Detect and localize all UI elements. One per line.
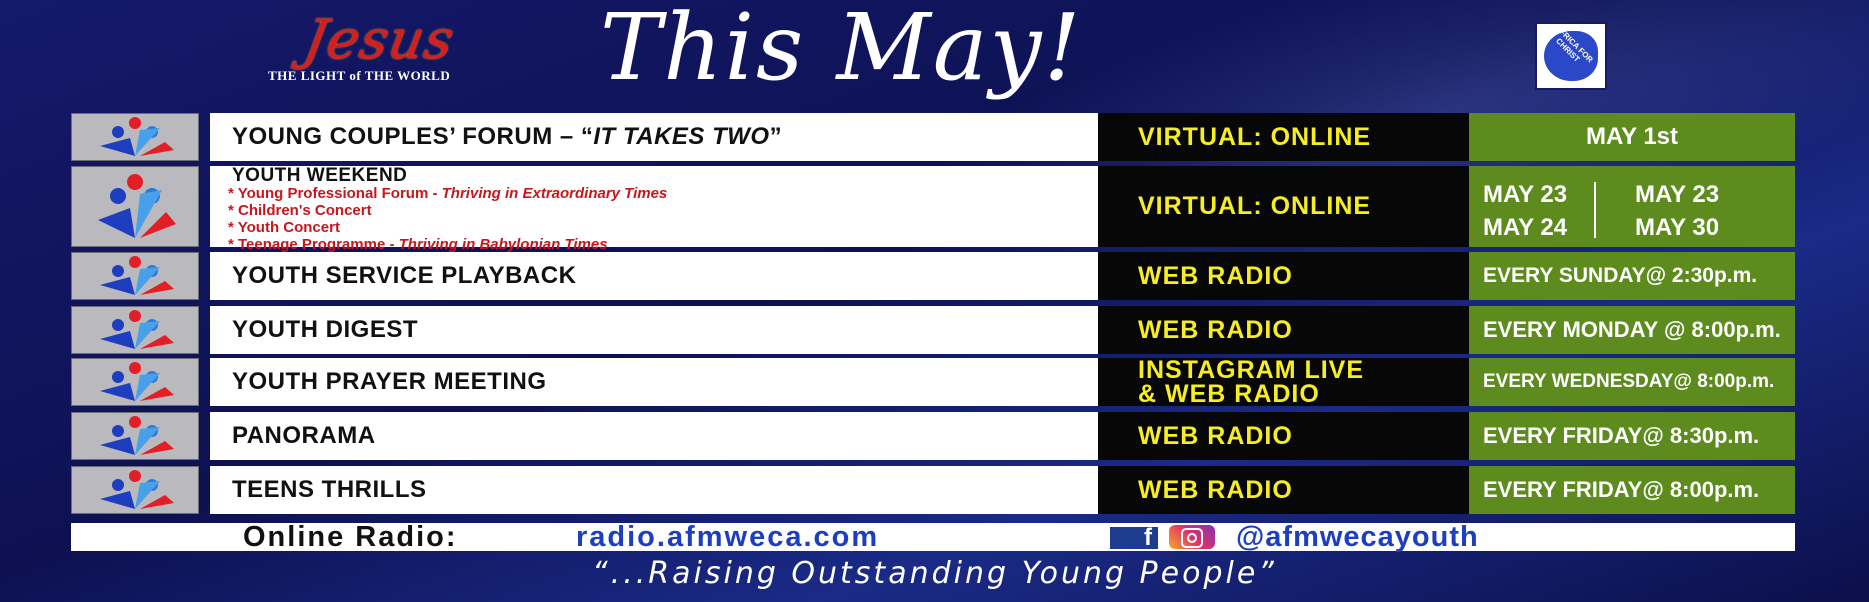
event-title-cell: YOUTH SERVICE PLAYBACK — [210, 252, 1098, 300]
facebook-icon[interactable]: f — [1110, 525, 1158, 551]
youth-figures-logo-icon — [100, 117, 174, 156]
event-date: EVERY FRIDAY@ 8:00p.m. — [1483, 477, 1760, 502]
event-date: EVERY MONDAY @ 8:00p.m. — [1483, 317, 1781, 342]
event-platform-cell: VIRTUAL: ONLINE — [1098, 166, 1469, 247]
row-icon-box — [71, 306, 199, 354]
event-title-cell: YOUNG COUPLES’ FORUM – “IT TAKES TWO” — [210, 113, 1098, 161]
sub-event-item: * Teenage Programme - Thriving in Babylo… — [228, 236, 608, 253]
event-title-cell: PANORAMA — [210, 412, 1098, 460]
event-title: YOUTH WEEKEND — [232, 165, 408, 186]
logo-word: Jesus — [299, 8, 460, 71]
event-dates: MAY 23 MAY 24 MAY 23 MAY 30 — [1469, 166, 1795, 247]
date-divider — [1594, 182, 1596, 238]
event-platform-cell: WEB RADIO — [1098, 252, 1469, 300]
event-title-cell: YOUTH WEEKEND * Young Professional Forum… — [210, 165, 1098, 253]
event-platform-line: & WEB RADIO — [1138, 380, 1320, 408]
event-title-cell: TEENS THRILLS — [210, 466, 1098, 514]
schedule-row: TEENS THRILLS WEB RADIO EVERY FRIDAY@ 8:… — [71, 466, 1795, 514]
schedule-row: YOUTH PRAYER MEETING INSTAGRAM LIVE & WE… — [71, 356, 1795, 408]
schedule-row: YOUTH SERVICE PLAYBACK WEB RADIO EVERY S… — [71, 252, 1795, 300]
event-date: EVERY WEDNESDAY@ 8:00p.m. — [1483, 371, 1775, 392]
event-date-cell: EVERY SUNDAY@ 2:30p.m. — [1469, 252, 1795, 300]
event-platform-cell: WEB RADIO — [1098, 412, 1469, 460]
logo-tagline: THE LIGHT of THE WORLD — [268, 68, 451, 83]
row-icon-box — [71, 412, 199, 460]
event-date-cell: EVERY FRIDAY@ 8:00p.m. — [1469, 466, 1795, 514]
schedule-row: YOUNG COUPLES’ FORUM – “IT TAKES TWO” VI… — [71, 113, 1795, 161]
schedule-row: PANORAMA WEB RADIO EVERY FRIDAY@ 8:30p.m… — [71, 412, 1795, 460]
youth-figures-logo-icon — [100, 256, 174, 295]
event-title: TEENS THRILLS — [232, 476, 427, 503]
event-platform: VIRTUAL: ONLINE — [1138, 192, 1372, 220]
event-title-cell: YOUTH DIGEST — [210, 306, 1098, 354]
event-title: YOUTH DIGEST — [232, 316, 419, 343]
schedule-row: YOUTH WEEKEND * Young Professional Forum… — [71, 165, 1795, 253]
sub-event-item: * Children's Concert — [228, 202, 372, 219]
footer-tagline: “...Raising Outstanding Young People” — [592, 556, 1277, 591]
sub-event-item: * Youth Concert — [228, 219, 340, 236]
event-date-cell: MAY 1st — [1469, 113, 1795, 161]
event-date: MAY 1st — [1585, 123, 1679, 150]
youth-figures-logo-icon — [100, 470, 174, 509]
social-handle-link[interactable]: @afmwecayouth — [1236, 521, 1479, 554]
event-title: YOUNG COUPLES’ FORUM – “IT TAKES TWO” — [232, 123, 783, 150]
event-platform-cell: WEB RADIO — [1098, 466, 1469, 514]
dates-left: MAY 23 MAY 24 — [1483, 181, 1568, 241]
event-platform-line: INSTAGRAM LIVE — [1138, 356, 1365, 384]
radio-url-link[interactable]: radio.afmweca.com — [576, 521, 879, 554]
radio-label: Online Radio: — [243, 521, 458, 553]
row-icon-box — [71, 252, 199, 300]
youth-figures-logo-icon — [98, 173, 176, 238]
event-date-cell: MAY 23 MAY 24 MAY 23 MAY 30 — [1469, 166, 1795, 247]
event-platform: WEB RADIO — [1138, 421, 1293, 450]
event-title: PANORAMA — [232, 422, 376, 449]
page-title: This May! — [600, 0, 1083, 101]
event-platform: WEB RADIO — [1138, 475, 1293, 504]
event-platform: WEB RADIO — [1138, 261, 1293, 290]
schedule-row: YOUTH DIGEST WEB RADIO EVERY MONDAY @ 8:… — [71, 306, 1795, 354]
info-bar: Online Radio: radio.afmweca.com f @afmwe… — [71, 521, 1795, 554]
row-icon-box — [71, 113, 199, 161]
event-date-cell: EVERY WEDNESDAY@ 8:00p.m. — [1469, 358, 1795, 406]
event-date: EVERY SUNDAY@ 2:30p.m. — [1483, 264, 1758, 287]
instagram-icon[interactable] — [1169, 525, 1215, 549]
event-title: YOUTH SERVICE PLAYBACK — [232, 262, 577, 289]
event-date-cell: EVERY MONDAY @ 8:00p.m. — [1469, 306, 1795, 354]
event-title-cell: YOUTH PRAYER MEETING — [210, 358, 1098, 406]
dates-right: MAY 23 MAY 30 — [1635, 181, 1720, 241]
youth-figures-logo-icon — [100, 416, 174, 455]
row-icon-box — [71, 358, 199, 406]
event-date-cell: EVERY FRIDAY@ 8:30p.m. — [1469, 412, 1795, 460]
event-date: EVERY FRIDAY@ 8:30p.m. — [1483, 423, 1760, 448]
event-platform-cell: WEB RADIO — [1098, 306, 1469, 354]
event-platform-cell: INSTAGRAM LIVE & WEB RADIO — [1098, 356, 1469, 408]
event-title: YOUTH PRAYER MEETING — [232, 368, 547, 395]
event-platform: WEB RADIO — [1138, 315, 1293, 344]
row-icon-box — [71, 466, 199, 514]
row-icon-box — [71, 166, 199, 247]
jesus-logo: Jesus THE LIGHT of THE WORLD — [265, 8, 475, 88]
event-platform-cell: VIRTUAL: ONLINE — [1098, 113, 1469, 161]
youth-figures-logo-icon — [100, 310, 174, 349]
africa-for-christ-badge: AFRICA FOR CHRIST — [1535, 22, 1607, 90]
youth-figures-logo-icon — [100, 362, 174, 401]
event-platform: VIRTUAL: ONLINE — [1138, 122, 1372, 151]
sub-event-item: * Young Professional Forum - Thriving in… — [228, 185, 668, 202]
